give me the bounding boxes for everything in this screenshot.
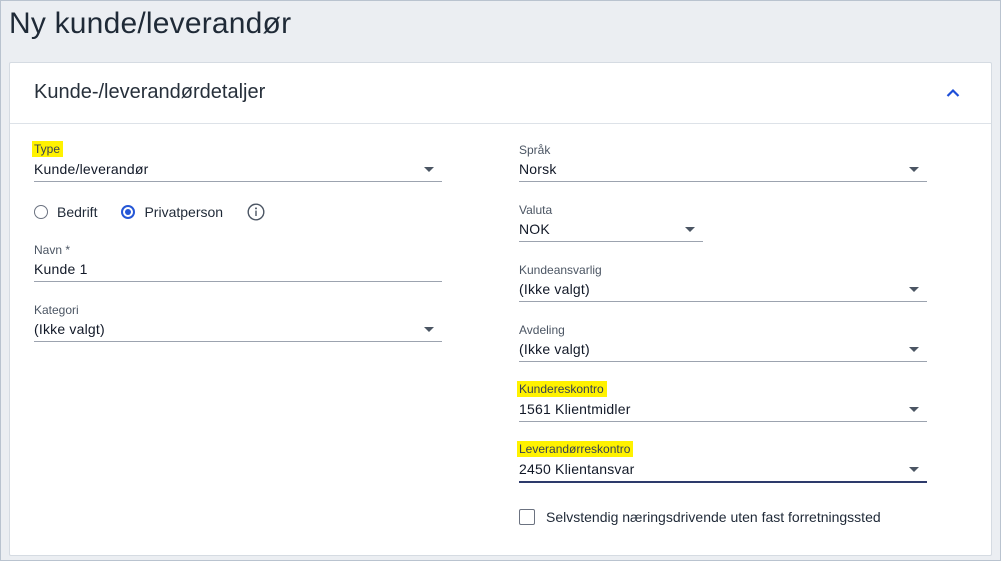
dropdown-arrow-icon (909, 467, 919, 472)
supplier-ledger-select[interactable]: Leverandørreskontro 2450 Klientansvar (517, 441, 927, 483)
self-employed-checkbox[interactable] (519, 509, 535, 525)
radio-privatperson[interactable]: Privatperson (121, 204, 223, 220)
category-value: (Ikke valgt) (34, 321, 105, 337)
dropdown-arrow-icon (909, 407, 919, 412)
currency-underline (519, 241, 703, 242)
dropdown-arrow-icon (909, 167, 919, 172)
category-label: Kategori (34, 303, 79, 317)
name-field[interactable]: Navn * Kunde 1 (34, 243, 442, 283)
chevron-up-icon[interactable] (941, 81, 965, 105)
category-select[interactable]: Kategori (Ikke valgt) (34, 303, 442, 343)
department-label: Avdeling (519, 323, 565, 337)
type-select[interactable]: Type Kunde/leverandør (32, 141, 442, 183)
page-title: Ny kunde/leverandør (9, 7, 292, 40)
currency-value: NOK (519, 221, 550, 237)
dropdown-arrow-icon (685, 227, 695, 232)
info-icon[interactable] (247, 203, 265, 221)
supplier-ledger-label: Leverandørreskontro (517, 441, 634, 457)
category-underline (34, 341, 442, 342)
language-underline (519, 181, 927, 182)
customer-kind-radio-group: Bedrift Privatperson (34, 203, 265, 221)
radio-bedrift[interactable]: Bedrift (34, 204, 97, 220)
radio-bedrift-circle[interactable] (34, 205, 48, 219)
currency-select[interactable]: Valuta NOK (519, 203, 703, 243)
responsible-label: Kundeansvarlig (519, 263, 602, 277)
dropdown-arrow-icon (909, 347, 919, 352)
department-underline (519, 361, 927, 362)
department-value: (Ikke valgt) (519, 341, 590, 357)
name-value[interactable]: Kunde 1 (34, 261, 88, 277)
card-title: Kunde-/leverandørdetaljer (34, 81, 266, 103)
customer-ledger-underline (519, 421, 927, 422)
type-underline (34, 181, 442, 182)
name-label: Navn * (34, 243, 71, 257)
card-header: Kunde-/leverandørdetaljer (10, 63, 991, 124)
supplier-ledger-value: 2450 Klientansvar (519, 461, 635, 477)
responsible-value: (Ikke valgt) (519, 281, 590, 297)
dropdown-arrow-icon (424, 167, 434, 172)
responsible-select[interactable]: Kundeansvarlig (Ikke valgt) (519, 263, 927, 303)
customer-ledger-select[interactable]: Kundereskontro 1561 Klientmidler (517, 381, 927, 423)
self-employed-label: Selvstendig næringsdrivende uten fast fo… (546, 509, 881, 525)
language-select[interactable]: Språk Norsk (519, 143, 927, 183)
language-label: Språk (519, 143, 551, 157)
responsible-underline (519, 301, 927, 302)
radio-bedrift-label: Bedrift (57, 204, 98, 220)
type-value: Kunde/leverandør (34, 161, 149, 177)
dropdown-arrow-icon (909, 287, 919, 292)
dropdown-arrow-icon (424, 327, 434, 332)
language-value: Norsk (519, 161, 557, 177)
supplier-ledger-underline (519, 481, 927, 483)
name-underline (34, 281, 442, 282)
customer-ledger-value: 1561 Klientmidler (519, 401, 631, 417)
type-label: Type (32, 141, 64, 157)
department-select[interactable]: Avdeling (Ikke valgt) (519, 323, 927, 363)
currency-label: Valuta (519, 203, 553, 217)
radio-privatperson-label: Privatperson (144, 204, 224, 220)
customer-ledger-label: Kundereskontro (517, 381, 607, 397)
self-employed-checkbox-row[interactable]: Selvstendig næringsdrivende uten fast fo… (519, 509, 881, 525)
details-card: Kunde-/leverandørdetaljer Type Kunde/lev… (9, 62, 992, 556)
radio-privatperson-circle[interactable] (121, 205, 136, 219)
